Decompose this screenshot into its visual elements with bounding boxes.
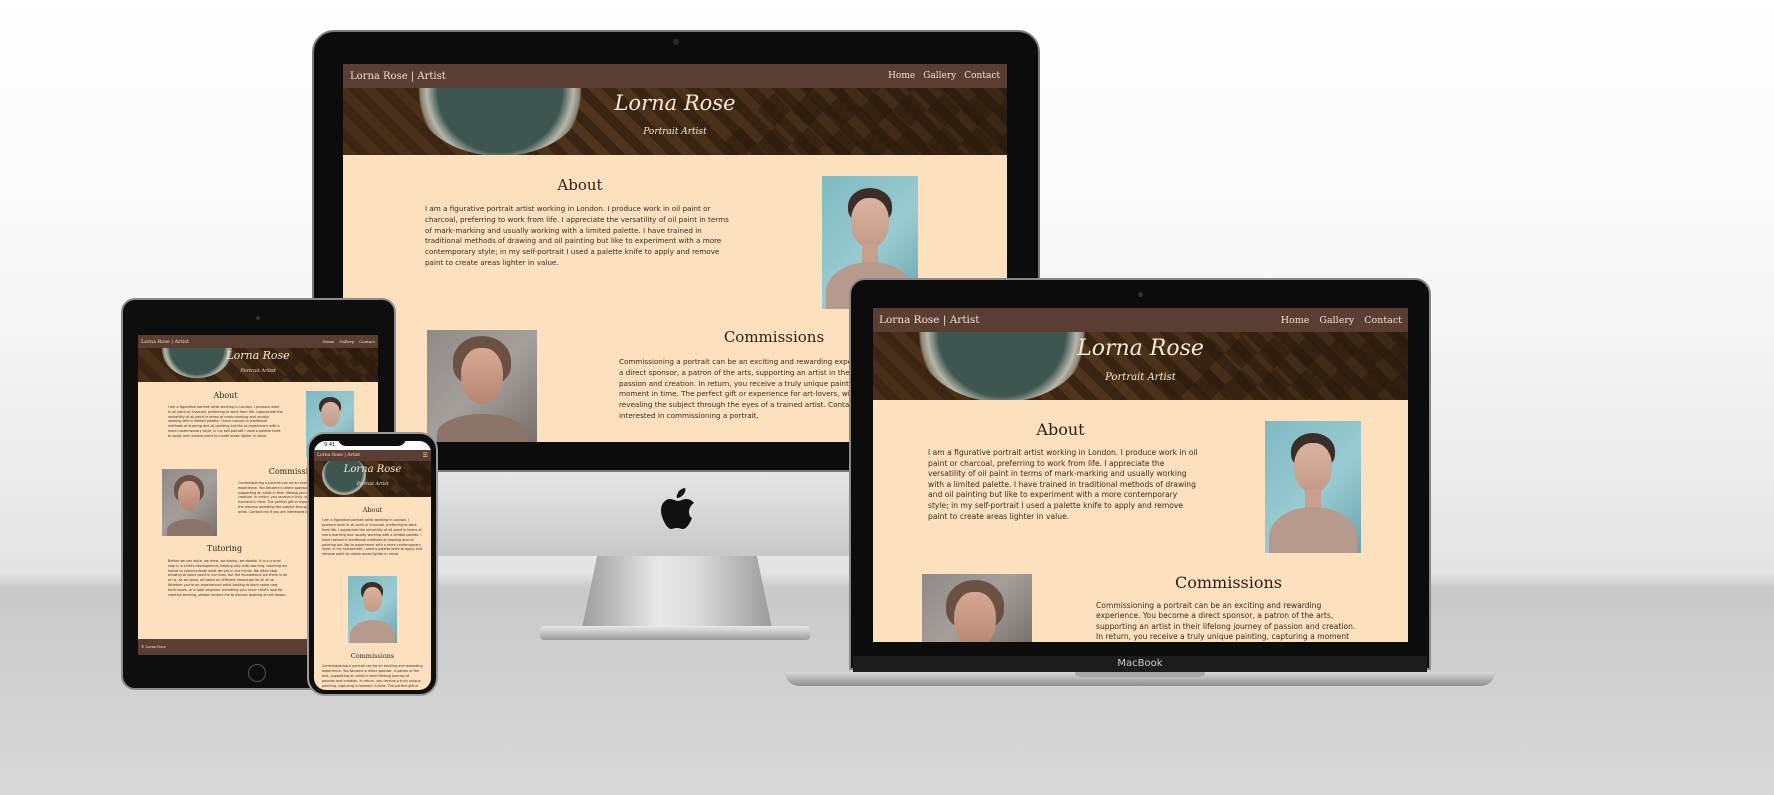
commission-portrait-image: [162, 469, 217, 536]
nav-gallery-link[interactable]: Gallery: [923, 71, 956, 81]
brand-link[interactable]: Lorna Rose | Artist: [350, 71, 446, 82]
about-text: I am a figurative portrait artist workin…: [425, 204, 729, 267]
self-portrait-image: [1265, 421, 1361, 553]
nav-home-link[interactable]: Home: [1281, 315, 1310, 326]
tutoring-heading: Tutoring: [206, 544, 243, 553]
hero-banner: Lorna Rose Portrait Artist: [314, 461, 431, 497]
footer-text: © Lorna Rose: [141, 645, 166, 649]
commissions-text: Commissioning a portrait can be an excit…: [322, 664, 423, 688]
about-text: I am a figurative portrait artist workin…: [322, 518, 422, 557]
hero-title: Lorna Rose: [1077, 336, 1204, 361]
tutoring-text: Before we can write, we draw, we sketch,…: [168, 559, 288, 597]
macbook-notch: [1075, 672, 1205, 677]
imac-camera: [673, 39, 679, 45]
hamburger-menu-icon[interactable]: ☰: [423, 452, 428, 459]
hero-title: Lorna Rose: [226, 349, 290, 362]
commissions-heading: Commissions: [1174, 573, 1283, 592]
navbar: Lorna Rose | Artist Home Gallery Contact: [343, 64, 1007, 88]
commission-portrait-image: [922, 574, 1032, 642]
hero-title: Lorna Rose: [343, 464, 402, 475]
nav-home-link[interactable]: Home: [888, 71, 915, 81]
hero-banner: Lorna Rose Portrait Artist: [343, 88, 1007, 155]
brand-link[interactable]: Lorna Rose | Artist: [879, 314, 980, 326]
imac-base: [540, 626, 810, 640]
nav-links: Home Gallery Contact: [880, 71, 1000, 81]
navbar: Lorna Rose | Artist Home Gallery Contact: [873, 308, 1408, 332]
nav-contact-link[interactable]: Contact: [964, 71, 1000, 81]
hero-banner: Lorna Rose Portrait Artist: [138, 348, 378, 382]
nav-contact-link[interactable]: Contact: [359, 339, 375, 344]
hero-title: Lorna Rose: [614, 91, 736, 115]
hero-banner: Lorna Rose Portrait Artist: [873, 332, 1408, 400]
commissions-text: Commissioning a portrait can be an excit…: [1096, 601, 1356, 642]
hero-subtitle: Portrait Artist: [643, 127, 707, 137]
brand-link[interactable]: Lorna Rose | Artist: [141, 339, 189, 345]
about-heading: About: [557, 176, 603, 194]
navbar: Lorna Rose | Artist ☰: [314, 450, 431, 461]
commission-portrait-image: [427, 330, 537, 442]
nav-gallery-link[interactable]: Gallery: [339, 339, 354, 344]
ipad-home-button: [248, 664, 266, 682]
about-heading: About: [362, 506, 383, 514]
macbook-camera: [1138, 292, 1143, 297]
nav-home-link[interactable]: Home: [322, 339, 334, 344]
ipad-camera: [256, 316, 260, 320]
imac-stand: [582, 556, 772, 628]
nav-contact-link[interactable]: Contact: [1364, 315, 1402, 326]
hero-subtitle: Portrait Artist: [356, 482, 389, 487]
self-portrait-image: [348, 576, 397, 643]
commissions-heading: Commissions: [350, 652, 395, 660]
about-heading: About: [213, 391, 238, 400]
navbar: Lorna Rose | Artist Home Gallery Contact: [138, 335, 378, 348]
iphone-notch: [338, 436, 406, 446]
iphone-screen: 9:41 Lorna Rose | Artist ☰ Lorna Rose Po…: [314, 441, 431, 690]
nav-links: Home Gallery Contact: [317, 339, 375, 344]
hero-subtitle: Portrait Artist: [240, 368, 276, 374]
hero-subtitle: Portrait Artist: [1105, 372, 1176, 383]
nav-links: Home Gallery Contact: [1271, 315, 1402, 326]
status-time: 9:41: [324, 442, 336, 448]
macbook-label: MacBook: [1117, 658, 1163, 669]
about-heading: About: [1036, 420, 1085, 439]
about-text: I am a figurative portrait artist workin…: [928, 448, 1198, 521]
macbook-screen: Lorna Rose | Artist Home Gallery Contact…: [873, 308, 1408, 642]
about-text: I am a figurative portrait artist workin…: [168, 405, 283, 438]
nav-gallery-link[interactable]: Gallery: [1319, 315, 1354, 326]
brand-link[interactable]: Lorna Rose | Artist: [317, 453, 360, 458]
apple-logo-icon: [661, 488, 694, 529]
